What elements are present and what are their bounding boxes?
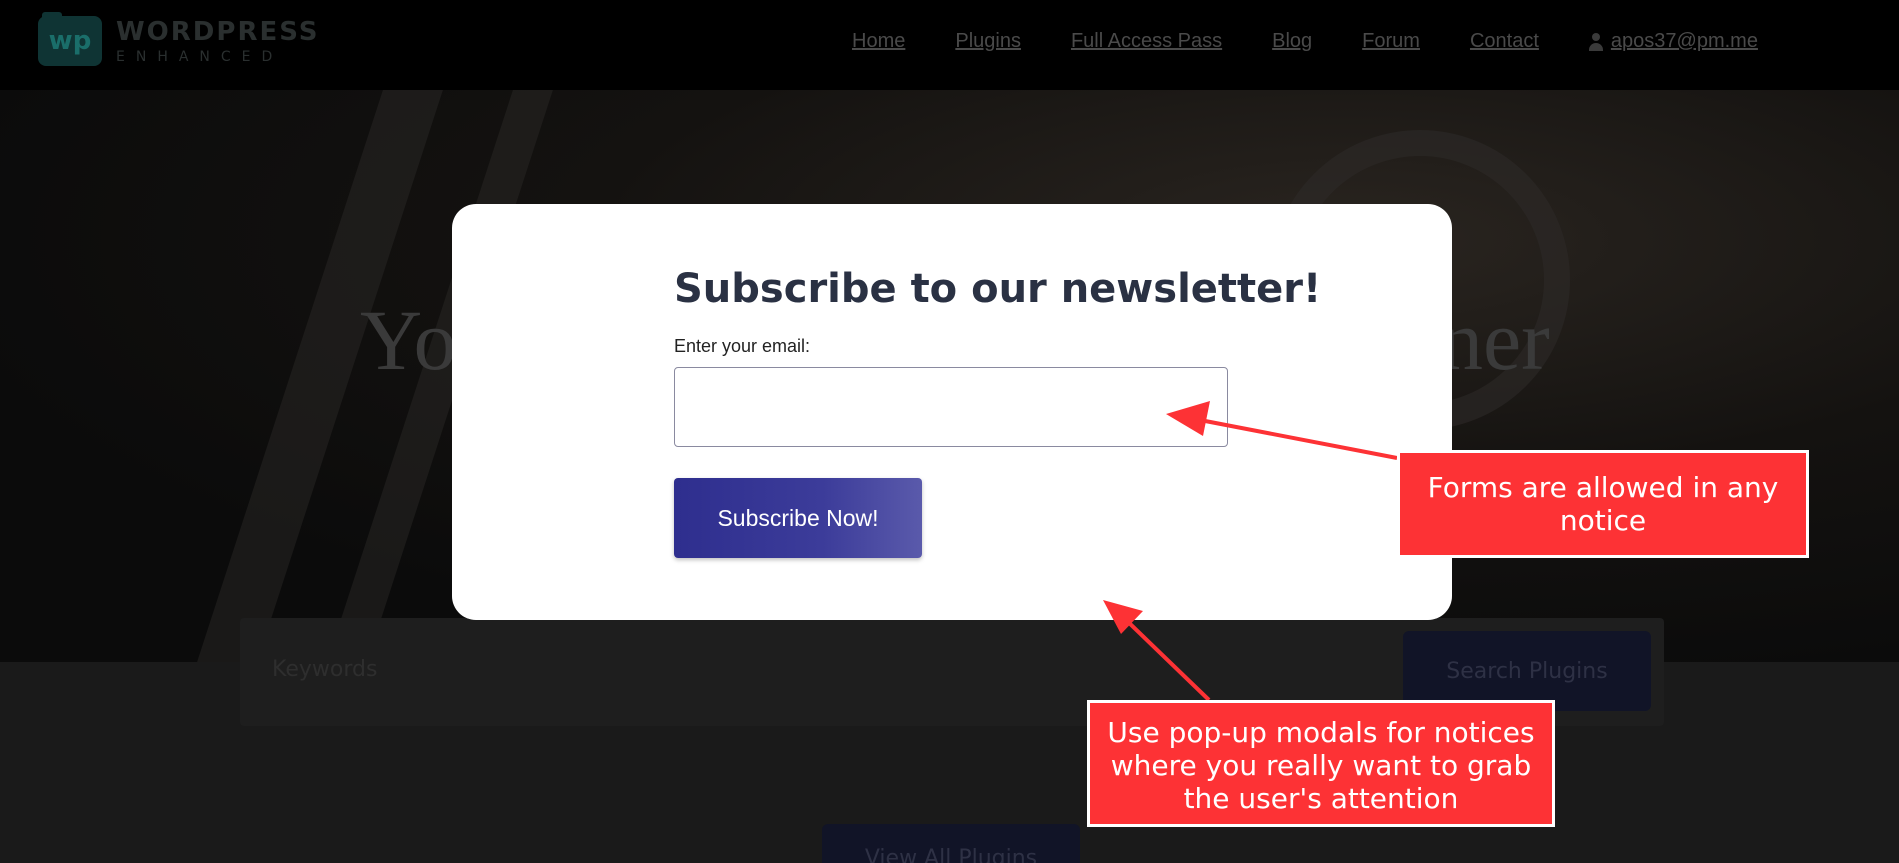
account-link[interactable]: apos37@pm.me (1588, 30, 1758, 53)
logo-text: WORDPRESS ENHANCED (116, 17, 320, 65)
user-icon (1588, 32, 1603, 51)
email-label: Enter your email: (674, 336, 811, 356)
hero-title-left: Yo (360, 292, 457, 388)
nav-plugins[interactable]: Plugins (955, 30, 1021, 53)
main-nav: Home Plugins Full Access Pass Blog Forum… (852, 30, 1758, 53)
nav-forum[interactable]: Forum (1362, 30, 1420, 53)
search-plugins-button[interactable]: Search Plugins (1403, 631, 1651, 711)
modal-callout: Use pop-up modals for notices where you … (1087, 700, 1555, 827)
newsletter-modal: Subscribe to our newsletter! Enter your … (452, 204, 1452, 620)
wp-logo-icon: wp (38, 12, 102, 66)
logo-line1: WORDPRESS (116, 17, 320, 47)
hero-title-right: ner (1440, 292, 1550, 388)
nav-full-access-pass[interactable]: Full Access Pass (1071, 30, 1222, 53)
nav-contact[interactable]: Contact (1470, 30, 1539, 53)
forms-callout: Forms are allowed in any notice (1397, 450, 1809, 558)
nav-blog[interactable]: Blog (1272, 30, 1312, 53)
site-logo[interactable]: wp WORDPRESS ENHANCED (38, 12, 320, 66)
nav-home[interactable]: Home (852, 30, 905, 53)
email-field[interactable] (674, 367, 1228, 447)
subscribe-button[interactable]: Subscribe Now! (674, 478, 922, 558)
view-all-plugins-button[interactable]: View All Plugins (822, 824, 1080, 863)
page: wp WORDPRESS ENHANCED Home Plugins Full … (0, 0, 1899, 863)
site-header: wp WORDPRESS ENHANCED Home Plugins Full … (0, 0, 1899, 90)
account-email[interactable]: apos37@pm.me (1611, 30, 1758, 53)
logo-line2: ENHANCED (116, 49, 284, 65)
modal-title: Subscribe to our newsletter! (674, 266, 1322, 312)
search-input[interactable]: Keywords (272, 657, 377, 682)
